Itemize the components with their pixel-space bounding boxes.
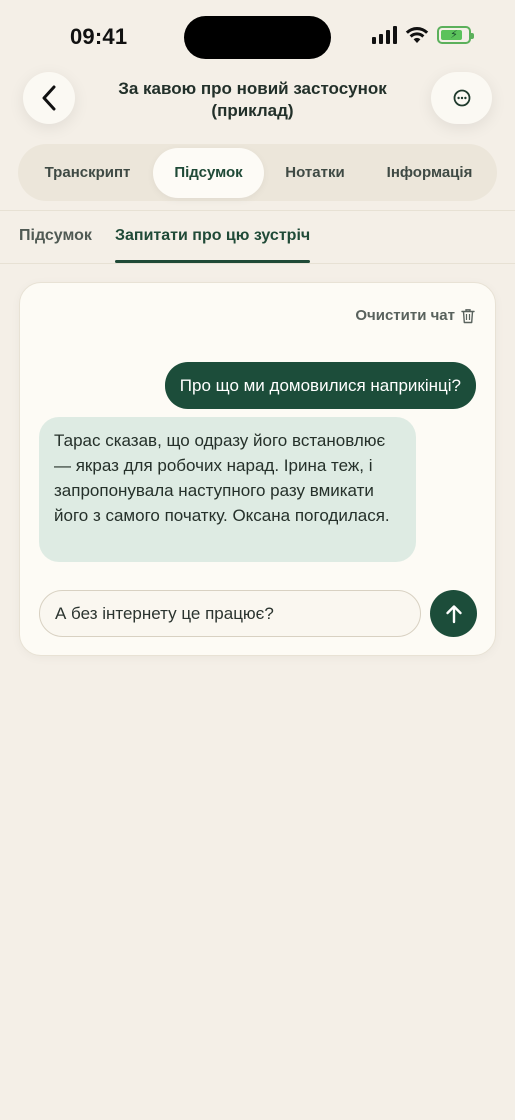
send-button[interactable] bbox=[430, 590, 477, 637]
tab-info[interactable]: Інформація bbox=[366, 148, 493, 198]
page-title: За кавою про новий застосунок (приклад) bbox=[118, 79, 387, 120]
tab-transcript[interactable]: Транскрипт bbox=[22, 148, 153, 198]
wifi-icon bbox=[405, 27, 429, 43]
more-options-button[interactable] bbox=[431, 72, 492, 124]
back-button[interactable] bbox=[23, 72, 75, 124]
sub-tabs: Підсумок Запитати про цю зустріч bbox=[0, 210, 515, 264]
ellipsis-circle-icon bbox=[453, 89, 470, 107]
clear-chat-label: Очистити чат bbox=[355, 307, 455, 324]
main-tabs: Транскрипт Підсумок Нотатки Інформація bbox=[18, 144, 497, 201]
screen: 09:41 ⚡ За кавою про новий застосунок (п… bbox=[0, 0, 515, 1120]
dynamic-island bbox=[184, 16, 331, 59]
subtab-summary[interactable]: Підсумок bbox=[19, 227, 92, 245]
status-time: 09:41 bbox=[70, 24, 128, 49]
tab-notes[interactable]: Нотатки bbox=[264, 148, 366, 198]
chat-input[interactable] bbox=[39, 590, 421, 637]
battery-charging-icon: ⚡ bbox=[437, 26, 474, 44]
chat-card: Очистити чат Про що ми домовилися наприк… bbox=[19, 282, 496, 656]
status-icons: ⚡ bbox=[372, 26, 474, 44]
clear-chat-button[interactable]: Очистити чат bbox=[355, 307, 475, 324]
cellular-signal-icon bbox=[372, 26, 397, 44]
active-subtab-indicator bbox=[115, 260, 310, 263]
trash-icon bbox=[461, 308, 475, 323]
tab-summary[interactable]: Підсумок bbox=[153, 147, 264, 198]
assistant-message: Тарас сказав, що одразу його встановлює … bbox=[39, 417, 416, 562]
user-message: Про що ми домовилися наприкінці? bbox=[164, 362, 476, 409]
chevron-left-icon bbox=[42, 85, 56, 111]
arrow-up-icon bbox=[445, 604, 462, 623]
subtab-ask-meeting[interactable]: Запитати про цю зустріч bbox=[115, 227, 310, 245]
